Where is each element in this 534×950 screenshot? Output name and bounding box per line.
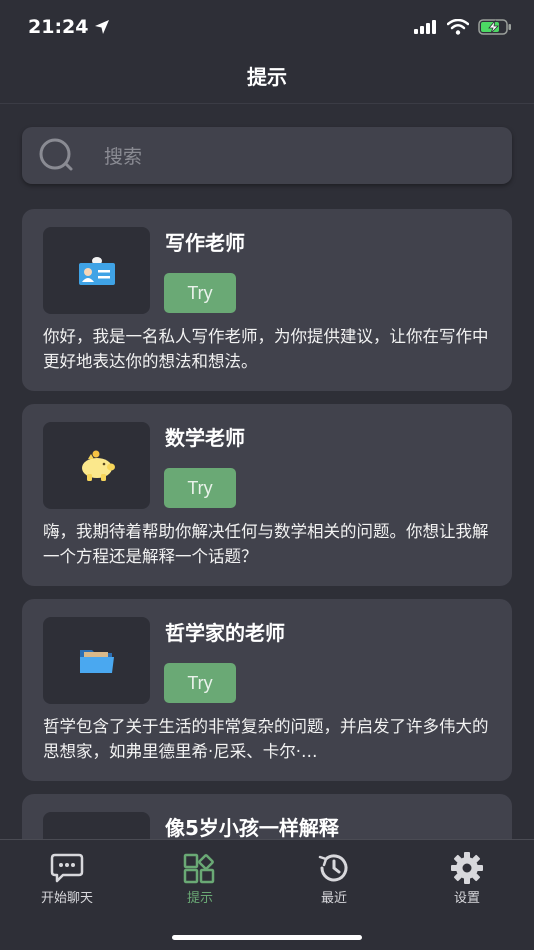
wifi-icon bbox=[447, 19, 469, 35]
card-title: 写作老师 bbox=[165, 231, 245, 255]
chat-icon bbox=[50, 853, 84, 883]
card-description: 嗨，我期待着帮助你解决任何与数学相关的问题。你想让我解一个方程还是解释一个话题？ bbox=[43, 522, 489, 566]
history-icon bbox=[318, 854, 348, 882]
search-icon bbox=[39, 138, 73, 170]
cellular-signal-icon bbox=[414, 20, 436, 34]
tab-label: 设置 bbox=[453, 891, 480, 906]
card-description: 你好，我是一名私人写作老师，为你提供建议，让你在写作中更好地表达你的想法和想法。 bbox=[43, 327, 489, 371]
card-thumbnail bbox=[43, 617, 150, 704]
prompt-card[interactable]: 写作老师 Try 你好，我是一名私人写作老师，为你提供建议，让你在写作中更好地表… bbox=[22, 209, 512, 391]
status-time: 21:24 bbox=[28, 16, 110, 38]
widgets-icon bbox=[183, 853, 215, 884]
prompt-card[interactable]: 数学老师 Try 嗨，我期待着帮助你解决任何与数学相关的问题。你想让我解一个方程… bbox=[22, 404, 512, 586]
time-text: 21:24 bbox=[28, 16, 89, 38]
home-indicator bbox=[172, 935, 362, 940]
tab-label: 提示 bbox=[186, 891, 213, 906]
piggy-bank-icon bbox=[81, 450, 115, 481]
card-title: 数学老师 bbox=[165, 426, 245, 450]
status-bar: 21:24 bbox=[0, 0, 534, 54]
page-title: 提示 bbox=[0, 54, 534, 104]
id-card-icon bbox=[78, 256, 115, 285]
try-button[interactable]: Try bbox=[164, 468, 236, 508]
tab-label: 最近 bbox=[320, 891, 347, 906]
location-arrow-icon bbox=[95, 20, 110, 34]
gear-icon bbox=[451, 852, 483, 884]
prompt-card[interactable]: 哲学家的老师 Try 哲学包含了关于生活的非常复杂的问题，并启发了许多伟大的思想… bbox=[22, 599, 512, 781]
search-input[interactable]: 搜索 bbox=[104, 142, 142, 169]
card-thumbnail bbox=[43, 227, 150, 314]
card-title: 像5岁小孩一样解释 bbox=[165, 816, 339, 840]
card-thumbnail bbox=[43, 422, 150, 509]
search-bar[interactable]: 搜索 bbox=[22, 127, 512, 184]
tab-label: 开始聊天 bbox=[40, 891, 93, 906]
card-description: 哲学包含了关于生活的非常复杂的问题，并启发了许多伟大的思想家，如弗里德里希·尼采… bbox=[43, 717, 489, 761]
tab-start-chat[interactable]: 开始聊天 bbox=[0, 852, 134, 906]
status-icons bbox=[414, 19, 512, 35]
tab-settings[interactable]: 设置 bbox=[400, 852, 534, 906]
tab-prompts[interactable]: 提示 bbox=[133, 852, 267, 906]
try-button[interactable]: Try bbox=[164, 273, 236, 313]
tab-bar: 开始聊天 提示 最近 设置 bbox=[0, 839, 534, 950]
battery-charging-icon bbox=[478, 19, 511, 35]
card-title: 哲学家的老师 bbox=[165, 621, 285, 645]
try-button[interactable]: Try bbox=[164, 663, 236, 703]
folder-icon bbox=[79, 649, 114, 673]
tab-recent[interactable]: 最近 bbox=[267, 852, 401, 906]
